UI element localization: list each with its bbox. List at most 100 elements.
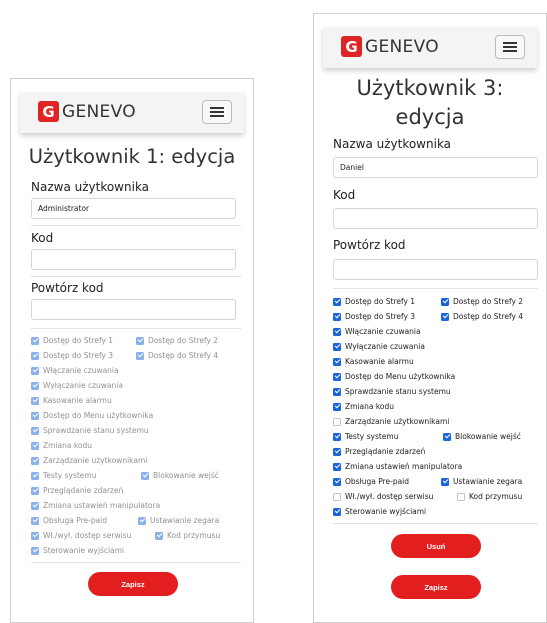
permission-service-access[interactable]: Wł./wył. dostęp serwisu [333, 492, 433, 501]
checkbox[interactable] [31, 381, 39, 390]
permission-zone-4[interactable]: Dostęp do Strefy 4 [136, 351, 218, 360]
permission-service-access[interactable]: Wł./wył. dostęp serwisu [31, 531, 131, 540]
checkbox[interactable] [333, 357, 341, 366]
permission-system-status[interactable]: Sprawdzanie stanu systemu [31, 426, 149, 435]
permission-zone-1[interactable]: Dostęp do Strefy 1 [31, 336, 113, 345]
checkbox[interactable] [443, 432, 451, 441]
permission-block-inputs[interactable]: Blokowanie wejść [443, 432, 521, 441]
permission-prepaid[interactable]: Obsługa Pre-paid [333, 477, 409, 486]
hamburger-icon-bar [503, 50, 517, 52]
checkbox[interactable] [138, 516, 146, 525]
hamburger-menu-button[interactable] [202, 100, 232, 124]
checkbox[interactable] [441, 312, 449, 321]
permission-duress-code[interactable]: Kod przymusu [457, 492, 522, 501]
checkbox[interactable] [31, 546, 39, 555]
checkbox[interactable] [31, 456, 39, 465]
permission-prepaid[interactable]: Obsługa Pre-paid [31, 516, 107, 525]
checkbox[interactable] [333, 507, 341, 516]
checkbox[interactable] [136, 351, 144, 360]
permission-label: Blokowanie wejść [153, 471, 219, 480]
permission-arm[interactable]: Włączanie czuwania [333, 327, 421, 336]
checkbox[interactable] [457, 492, 465, 501]
permission-keypad-settings[interactable]: Zmiana ustawień manipulatora [31, 501, 160, 510]
checkbox[interactable] [333, 312, 341, 321]
permission-label: Ustawianie zegara [150, 516, 220, 525]
checkbox[interactable] [333, 462, 341, 471]
checkbox[interactable] [333, 477, 341, 486]
permission-clear-alarm[interactable]: Kasowanie alarmu [31, 396, 112, 405]
permission-label: Dostęp do Strefy 2 [148, 336, 219, 345]
checkbox[interactable] [141, 471, 149, 480]
permission-arm[interactable]: Włączanie czuwania [31, 366, 119, 375]
permission-change-code[interactable]: Zmiana kodu [31, 441, 92, 450]
code-input[interactable] [333, 208, 538, 229]
permission-zone-2[interactable]: Dostęp do Strefy 2 [136, 336, 218, 345]
checkbox[interactable] [333, 417, 341, 426]
username-input[interactable]: Administrator [31, 198, 236, 219]
checkbox[interactable] [441, 477, 449, 486]
checkbox[interactable] [31, 411, 39, 420]
permission-view-events[interactable]: Przeglądanie zdarzeń [31, 486, 123, 495]
checkbox[interactable] [333, 342, 341, 351]
checkbox[interactable] [31, 486, 39, 495]
permission-duress-code[interactable]: Kod przymusu [155, 531, 220, 540]
permission-zone-3[interactable]: Dostęp do Strefy 3 [333, 312, 415, 321]
username-input[interactable]: Daniel [333, 157, 538, 178]
checkbox[interactable] [31, 336, 39, 345]
repeat-code-input[interactable] [31, 299, 236, 320]
checkbox[interactable] [441, 297, 449, 306]
checkbox[interactable] [333, 327, 341, 336]
permission-manage-users[interactable]: Zarządzanie użytkownikami [333, 417, 449, 426]
permission-keypad-settings[interactable]: Zmiana ustawień manipulatora [333, 462, 462, 471]
checkbox[interactable] [31, 501, 39, 510]
permission-user-menu[interactable]: Dostęp do Menu użytkownika [31, 411, 153, 420]
checkbox[interactable] [31, 426, 39, 435]
permission-zone-4[interactable]: Dostęp do Strefy 4 [441, 312, 523, 321]
save-button[interactable]: Zapisz [391, 575, 481, 599]
checkbox[interactable] [31, 396, 39, 405]
permission-label: Sterowanie wyjściami [345, 507, 427, 516]
permission-zone-2[interactable]: Dostęp do Strefy 2 [441, 297, 523, 306]
permission-system-status[interactable]: Sprawdzanie stanu systemu [333, 387, 451, 396]
hamburger-menu-button[interactable] [495, 35, 525, 59]
permission-system-tests[interactable]: Testy systemu [31, 471, 96, 480]
checkbox[interactable] [31, 471, 39, 480]
repeat-code-input[interactable] [333, 259, 538, 280]
checkbox[interactable] [333, 402, 341, 411]
permission-zone-3[interactable]: Dostęp do Strefy 3 [31, 351, 113, 360]
checkbox[interactable] [333, 297, 341, 306]
permission-block-inputs[interactable]: Blokowanie wejść [141, 471, 219, 480]
permission-clear-alarm[interactable]: Kasowanie alarmu [333, 357, 414, 366]
permission-user-menu[interactable]: Dostęp do Menu użytkownika [333, 372, 455, 381]
permission-control-outputs[interactable]: Sterowanie wyjściami [31, 546, 124, 555]
permission-disarm[interactable]: Wyłączanie czuwania [31, 381, 123, 390]
divider [31, 225, 241, 226]
code-input[interactable] [31, 249, 236, 270]
brand-logo[interactable]: G GENEVO [38, 101, 136, 122]
checkbox[interactable] [333, 387, 341, 396]
permission-zone-1[interactable]: Dostęp do Strefy 1 [333, 297, 415, 306]
save-button[interactable]: Zapisz [88, 572, 178, 596]
permission-set-clock[interactable]: Ustawianie zegara [441, 477, 522, 486]
permission-set-clock[interactable]: Ustawianie zegara [138, 516, 219, 525]
permission-label: Wyłączanie czuwania [345, 342, 425, 351]
checkbox[interactable] [31, 516, 39, 525]
permission-system-tests[interactable]: Testy systemu [333, 432, 398, 441]
checkbox[interactable] [333, 492, 341, 501]
checkbox[interactable] [333, 432, 341, 441]
permission-control-outputs[interactable]: Sterowanie wyjściami [333, 507, 426, 516]
brand-logo[interactable]: G GENEVO [341, 36, 439, 57]
permission-view-events[interactable]: Przeglądanie zdarzeń [333, 447, 425, 456]
checkbox[interactable] [333, 372, 341, 381]
checkbox[interactable] [31, 531, 39, 540]
checkbox[interactable] [31, 351, 39, 360]
permission-manage-users[interactable]: Zarządzanie użytkownikami [31, 456, 147, 465]
permission-disarm[interactable]: Wyłączanie czuwania [333, 342, 425, 351]
checkbox[interactable] [31, 366, 39, 375]
checkbox[interactable] [136, 336, 144, 345]
checkbox[interactable] [31, 441, 39, 450]
delete-button[interactable]: Usuń [391, 534, 481, 558]
checkbox[interactable] [155, 531, 163, 540]
permission-change-code[interactable]: Zmiana kodu [333, 402, 394, 411]
checkbox[interactable] [333, 447, 341, 456]
